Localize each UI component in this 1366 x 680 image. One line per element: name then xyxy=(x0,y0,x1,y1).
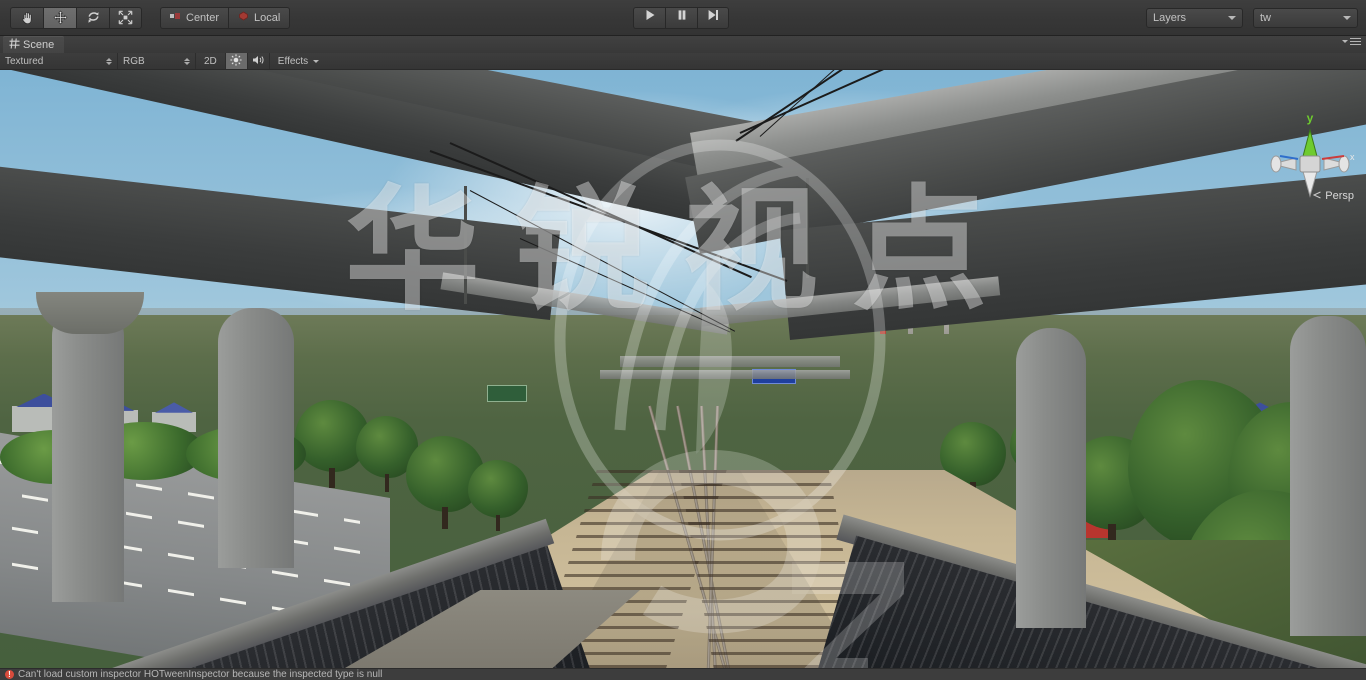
play-icon xyxy=(643,8,657,27)
effects-label: Effects xyxy=(278,56,308,67)
right-overpass-pier xyxy=(1290,316,1366,636)
pivot-handle-group: Center Local xyxy=(160,7,290,29)
panel-menu-button[interactable] xyxy=(1336,38,1361,45)
move-icon xyxy=(53,10,68,25)
chevron-down-icon xyxy=(1342,40,1348,43)
scene-panel: Scene Textured RGB 2D xyxy=(0,36,1366,668)
tree xyxy=(468,460,528,518)
status-message: Can't load custom inspector HOTweenInspe… xyxy=(18,669,382,680)
chevron-down-icon xyxy=(313,60,319,63)
distant-viaduct-deck xyxy=(600,370,850,379)
scene-viewport-3d[interactable]: 华锐视点 y x Persp xyxy=(0,70,1366,668)
highway-sign-green xyxy=(487,385,527,402)
mid-ramp-deck-far xyxy=(620,356,840,367)
effects-dropdown[interactable]: Effects xyxy=(270,53,325,69)
panel-tabbar: Scene xyxy=(0,36,1366,53)
layers-label: Layers xyxy=(1153,12,1186,24)
pivot-center-icon xyxy=(170,12,181,24)
hand-icon xyxy=(20,10,35,25)
playback-controls xyxy=(633,7,729,29)
gizmo-projection-label-row[interactable]: Persp xyxy=(1313,190,1354,202)
handle-rotation-label: Local xyxy=(254,12,280,24)
toggle-2d-button[interactable]: 2D xyxy=(196,53,226,69)
right-overpass-pier xyxy=(1016,328,1086,628)
gizmo-projection-label: Persp xyxy=(1325,190,1354,202)
chevron-down-icon xyxy=(1228,16,1236,20)
panel-menu-icon xyxy=(1350,38,1361,45)
move-tool-button[interactable] xyxy=(43,7,76,29)
audio-toggle-button[interactable] xyxy=(248,53,270,69)
rotate-tool-button[interactable] xyxy=(76,7,109,29)
layout-dropdown[interactable]: tw xyxy=(1253,8,1358,28)
catenary-mast xyxy=(806,178,809,278)
step-button[interactable] xyxy=(697,7,729,29)
layers-dropdown[interactable]: Layers xyxy=(1146,8,1243,28)
catenary-mast xyxy=(464,186,467,304)
scene-grid-icon xyxy=(9,38,20,52)
hand-tool-button[interactable] xyxy=(10,7,43,29)
handle-local-icon xyxy=(238,11,249,24)
toggle-2d-label: 2D xyxy=(204,56,217,67)
draw-mode-dropdown[interactable]: Textured xyxy=(0,53,118,69)
render-mode-label: RGB xyxy=(123,56,145,67)
pivot-mode-label: Center xyxy=(186,12,219,24)
transform-tools-group xyxy=(10,7,142,29)
scale-icon xyxy=(118,10,133,25)
left-overpass-pier xyxy=(52,302,124,602)
pause-button[interactable] xyxy=(665,7,697,29)
tab-scene-label: Scene xyxy=(23,39,54,51)
projection-toggle-arrow-icon xyxy=(1313,190,1322,202)
left-overpass-pier xyxy=(218,308,294,568)
pivot-mode-button[interactable]: Center xyxy=(160,7,228,29)
play-button[interactable] xyxy=(633,7,665,29)
handle-rotation-button[interactable]: Local xyxy=(228,7,290,29)
updown-arrows-icon xyxy=(106,58,112,65)
step-forward-icon xyxy=(706,8,720,27)
rotate-icon xyxy=(86,10,101,25)
tab-scene[interactable]: Scene xyxy=(3,36,64,53)
error-icon: ! xyxy=(5,670,14,679)
pause-icon xyxy=(675,8,689,27)
draw-mode-label: Textured xyxy=(5,56,43,67)
scene-view-toolbar: Textured RGB 2D xyxy=(0,53,1366,70)
lighting-sun-icon xyxy=(230,54,242,69)
chevron-down-icon xyxy=(1343,16,1351,20)
scale-tool-button[interactable] xyxy=(109,7,142,29)
render-mode-dropdown[interactable]: RGB xyxy=(118,53,196,69)
lighting-toggle-button[interactable] xyxy=(226,53,248,69)
layout-label: tw xyxy=(1260,12,1271,24)
main-toolbar: Center Local xyxy=(0,0,1366,36)
updown-arrows-icon xyxy=(184,58,190,65)
status-bar[interactable]: ! Can't load custom inspector HOTweenIns… xyxy=(0,668,1366,680)
audio-speaker-icon xyxy=(252,54,265,69)
